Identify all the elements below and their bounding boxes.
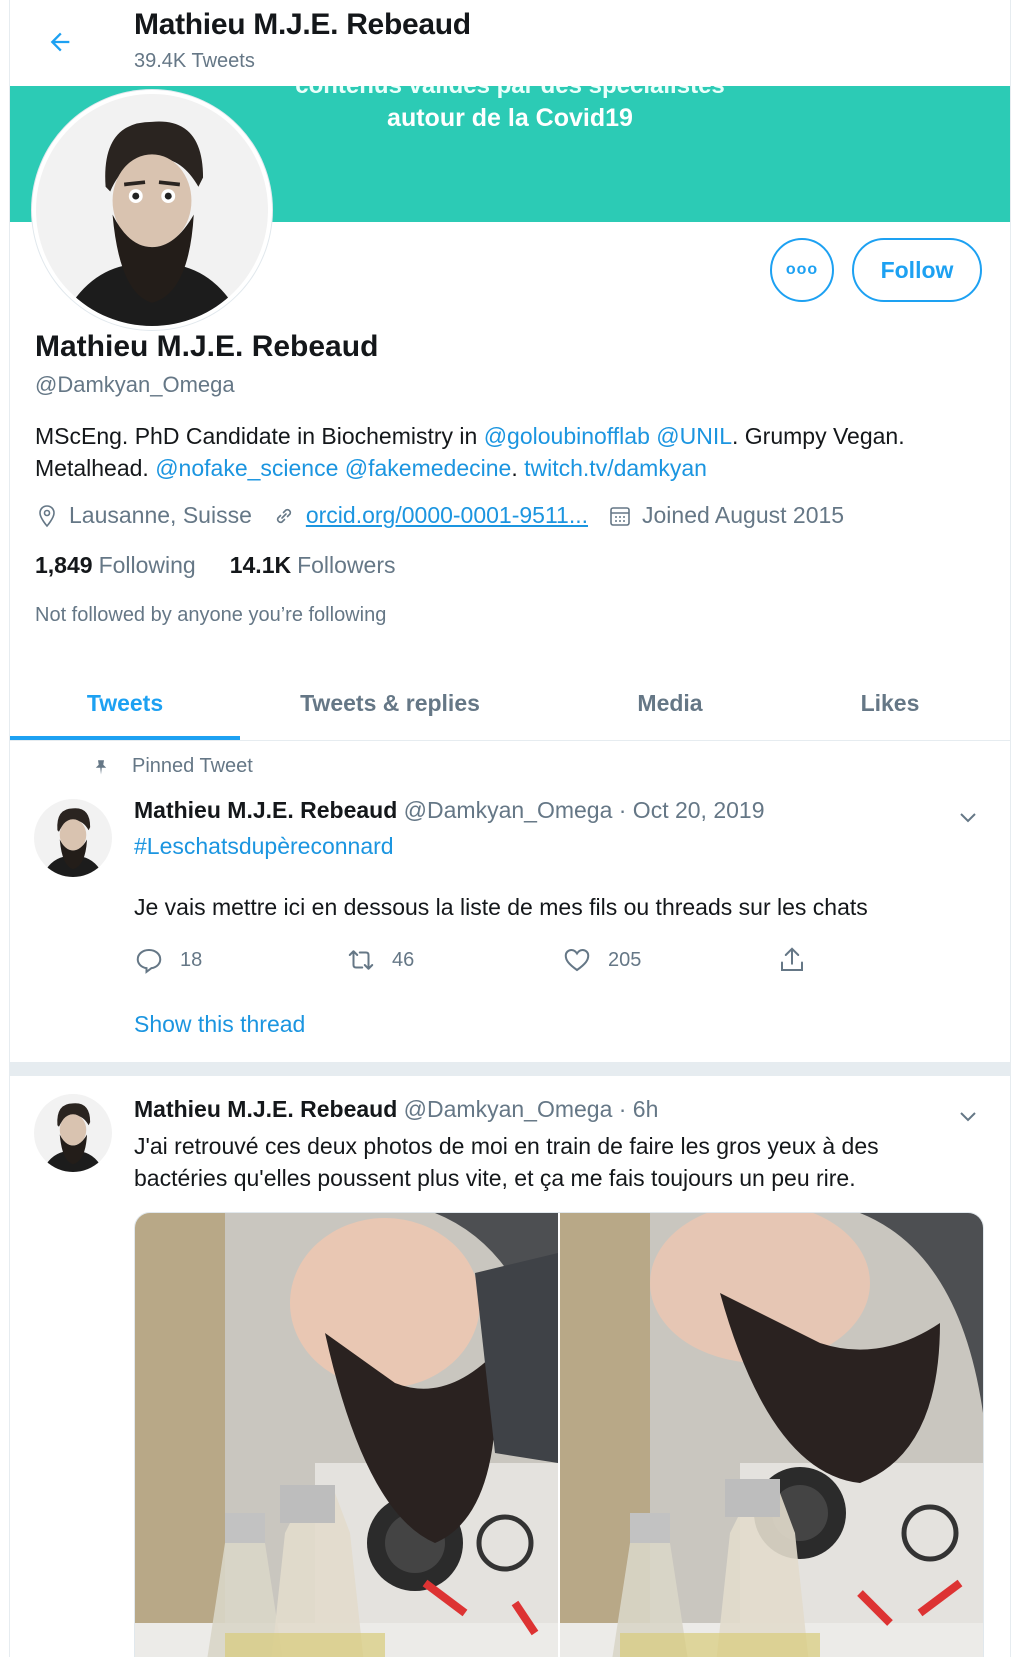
tab-likes[interactable]: Likes (790, 666, 990, 740)
following-link[interactable]: 1,849 Following (35, 552, 196, 579)
location-pin-icon (39, 504, 55, 527)
photo-image (135, 1213, 558, 1657)
bio-link-fakemedecine[interactable]: @fakemedecine (345, 455, 512, 481)
tweet-text: J'ai retrouvé ces deux photos de moi en … (134, 1133, 879, 1191)
tweet-handle-time[interactable]: @Damkyan_Omega · 6h (404, 1096, 659, 1122)
tweet-actions: 18 46 205 (134, 945, 974, 979)
bio-text: . (511, 455, 525, 481)
avatar-image (34, 1094, 112, 1172)
tweet-avatar[interactable] (34, 799, 112, 877)
following-label: Following (98, 552, 196, 578)
joined-text: Joined August 2015 (642, 502, 845, 528)
tweet-media[interactable] (134, 1212, 984, 1657)
header-title: Mathieu M.J.E. Rebeaud (134, 8, 471, 41)
tweet-text: Je vais mettre ici en dessous la liste d… (134, 894, 868, 920)
tweet-pinned[interactable]: Pinned Tweet Mathieu M.J.E. Rebeaud @Dam… (10, 741, 1010, 1056)
calendar-icon (610, 506, 630, 526)
reply-icon (136, 948, 162, 974)
profile-location: Lausanne, Suisse (35, 502, 252, 529)
profile-tabs: Tweets Tweets & replies Media Likes (10, 666, 1010, 741)
heart-icon (564, 948, 590, 972)
tab-media[interactable]: Media (570, 666, 770, 740)
bio-link-goloubinofflab[interactable]: @goloubinofflab (484, 423, 650, 449)
tweet-photo-2[interactable] (560, 1213, 983, 1657)
link-icon (276, 508, 291, 523)
like-count: 205 (608, 948, 642, 971)
retweet-count: 46 (392, 948, 415, 971)
header-tweet-count: 39.4K Tweets (134, 50, 255, 72)
tweet-separator (10, 1062, 1010, 1076)
profile-avatar[interactable] (32, 90, 272, 330)
followers-link[interactable]: 14.1K Followers (230, 552, 396, 579)
website-link[interactable]: orcid.org/0000-0001-9511... (306, 502, 588, 529)
profile-meta: Lausanne, Suisse orcid.org/0000-0001-951… (35, 502, 864, 529)
bio-link-unil[interactable]: @UNIL (656, 423, 732, 449)
active-tab-indicator (10, 736, 240, 740)
avatar-image (34, 799, 112, 877)
back-button[interactable] (40, 22, 80, 62)
profile-handle: @Damkyan_Omega (35, 372, 235, 397)
top-bar: Mathieu M.J.E. Rebeaud 39.4K Tweets (10, 0, 1010, 86)
followers-count: 14.1K (229, 552, 292, 578)
follow-button[interactable]: Follow (852, 238, 982, 302)
profile-page: Mathieu M.J.E. Rebeaud 39.4K Tweets cont… (9, 0, 1011, 1657)
bio-link-twitch[interactable]: twitch.tv/damkyan (524, 455, 707, 481)
tweet-photo-1[interactable] (135, 1213, 558, 1657)
reply-count: 18 (180, 948, 203, 971)
pin-icon (95, 759, 107, 774)
pinned-label: Pinned Tweet (132, 755, 253, 777)
not-followed-note: Not followed by anyone you’re following (35, 604, 387, 626)
profile-name: Mathieu M.J.E. Rebeaud (35, 330, 379, 363)
profile-joined: Joined August 2015 (608, 502, 844, 529)
pinned-indicator: Pinned Tweet (92, 755, 253, 778)
bio-link-nofake-science[interactable]: @nofake_science (155, 455, 338, 481)
bio-text: MScEng. PhD Candidate in Biochemistry in (35, 423, 484, 449)
location-text: Lausanne, Suisse (69, 502, 252, 528)
retweet-button[interactable]: 46 (346, 945, 414, 975)
reply-button[interactable]: 18 (134, 945, 202, 975)
following-count: 1,849 (35, 552, 93, 578)
chevron-down-icon[interactable] (956, 1104, 980, 1128)
arrow-left-icon (50, 32, 70, 52)
profile-stats: 1,849 Following 14.1K Followers (35, 552, 430, 579)
profile-website[interactable]: orcid.org/0000-0001-9511... (272, 502, 588, 529)
tweet-header: Mathieu M.J.E. Rebeaud @Damkyan_Omega · … (134, 1096, 658, 1123)
like-button[interactable]: 205 (562, 945, 641, 975)
tweet-author-name[interactable]: Mathieu M.J.E. Rebeaud (134, 797, 397, 823)
bio-text: . Grumpy Vegan. (732, 423, 905, 449)
more-options-button[interactable]: ooo (770, 238, 834, 302)
show-thread-link[interactable]: Show this thread (134, 1011, 305, 1038)
tweet-author-name[interactable]: Mathieu M.J.E. Rebeaud (134, 1096, 397, 1122)
share-icon (781, 947, 803, 971)
followers-label: Followers (297, 552, 396, 578)
chevron-down-icon[interactable] (956, 805, 980, 829)
tweet-avatar[interactable] (34, 1094, 112, 1172)
share-button[interactable] (777, 945, 807, 975)
tweet[interactable]: Mathieu M.J.E. Rebeaud @Damkyan_Omega · … (10, 1076, 1010, 1657)
tab-tweets[interactable]: Tweets (10, 666, 240, 740)
tweet-header: Mathieu M.J.E. Rebeaud @Damkyan_Omega · … (134, 797, 765, 824)
retweet-icon (348, 950, 374, 970)
avatar-image (36, 94, 268, 326)
tab-tweets-replies[interactable]: Tweets & replies (240, 666, 540, 740)
bio-text: Metalhead. (35, 455, 156, 481)
profile-bio: MScEng. PhD Candidate in Biochemistry in… (35, 420, 985, 484)
tweet-handle-time[interactable]: @Damkyan_Omega · Oct 20, 2019 (404, 797, 765, 823)
tweet-hashtag[interactable]: #Leschatsdupèreconnard (134, 833, 394, 860)
photo-image (560, 1213, 983, 1657)
